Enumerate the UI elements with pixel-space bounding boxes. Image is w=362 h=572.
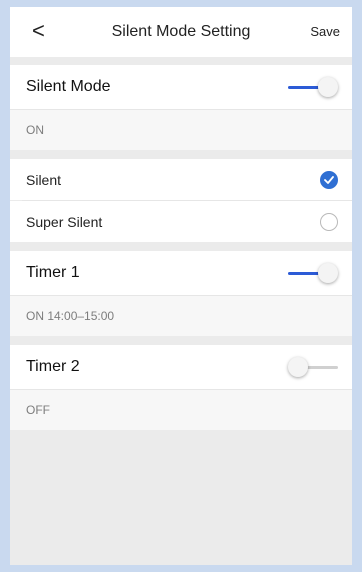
option-super-silent-row[interactable]: Super Silent: [10, 201, 352, 242]
page-title: Silent Mode Setting: [111, 23, 251, 40]
section-gap: [10, 242, 352, 251]
checkmark-icon: [324, 175, 334, 184]
silent-mode-row: Silent Mode: [10, 65, 352, 109]
section-gap: [10, 150, 352, 159]
save-button[interactable]: Save: [310, 24, 340, 39]
timer2-label: Timer 2: [26, 358, 80, 375]
app-screen: < Silent Mode Setting Save Silent Mode O…: [10, 7, 352, 565]
section-gap: [10, 57, 352, 65]
toggle-knob: [288, 357, 308, 377]
option-silent-label: Silent: [26, 171, 62, 188]
toggle-knob: [318, 263, 338, 283]
silent-mode-toggle[interactable]: [288, 76, 338, 98]
timer1-toggle[interactable]: [288, 262, 338, 284]
toggle-knob: [318, 77, 338, 97]
silent-mode-status: ON: [26, 123, 44, 137]
section-gap: [10, 336, 352, 345]
silent-mode-label: Silent Mode: [26, 78, 111, 95]
timer1-label: Timer 1: [26, 264, 80, 281]
header-bar: < Silent Mode Setting Save: [10, 7, 352, 57]
timer1-status: ON 14:00–15:00: [26, 309, 115, 323]
timer2-row: Timer 2: [10, 345, 352, 389]
timer1-status-row[interactable]: ON 14:00–15:00: [10, 296, 352, 336]
timer2-status: OFF: [26, 403, 50, 417]
option-super-silent-label: Super Silent: [26, 213, 103, 230]
option-silent-radio[interactable]: [320, 170, 338, 189]
timer1-row: Timer 1: [10, 251, 352, 295]
option-silent-row[interactable]: Silent: [10, 159, 352, 200]
timer2-status-row[interactable]: OFF: [10, 390, 352, 430]
option-super-silent-radio[interactable]: [320, 212, 338, 231]
silent-mode-status-row: ON: [10, 110, 352, 150]
timer2-toggle[interactable]: [288, 356, 338, 378]
